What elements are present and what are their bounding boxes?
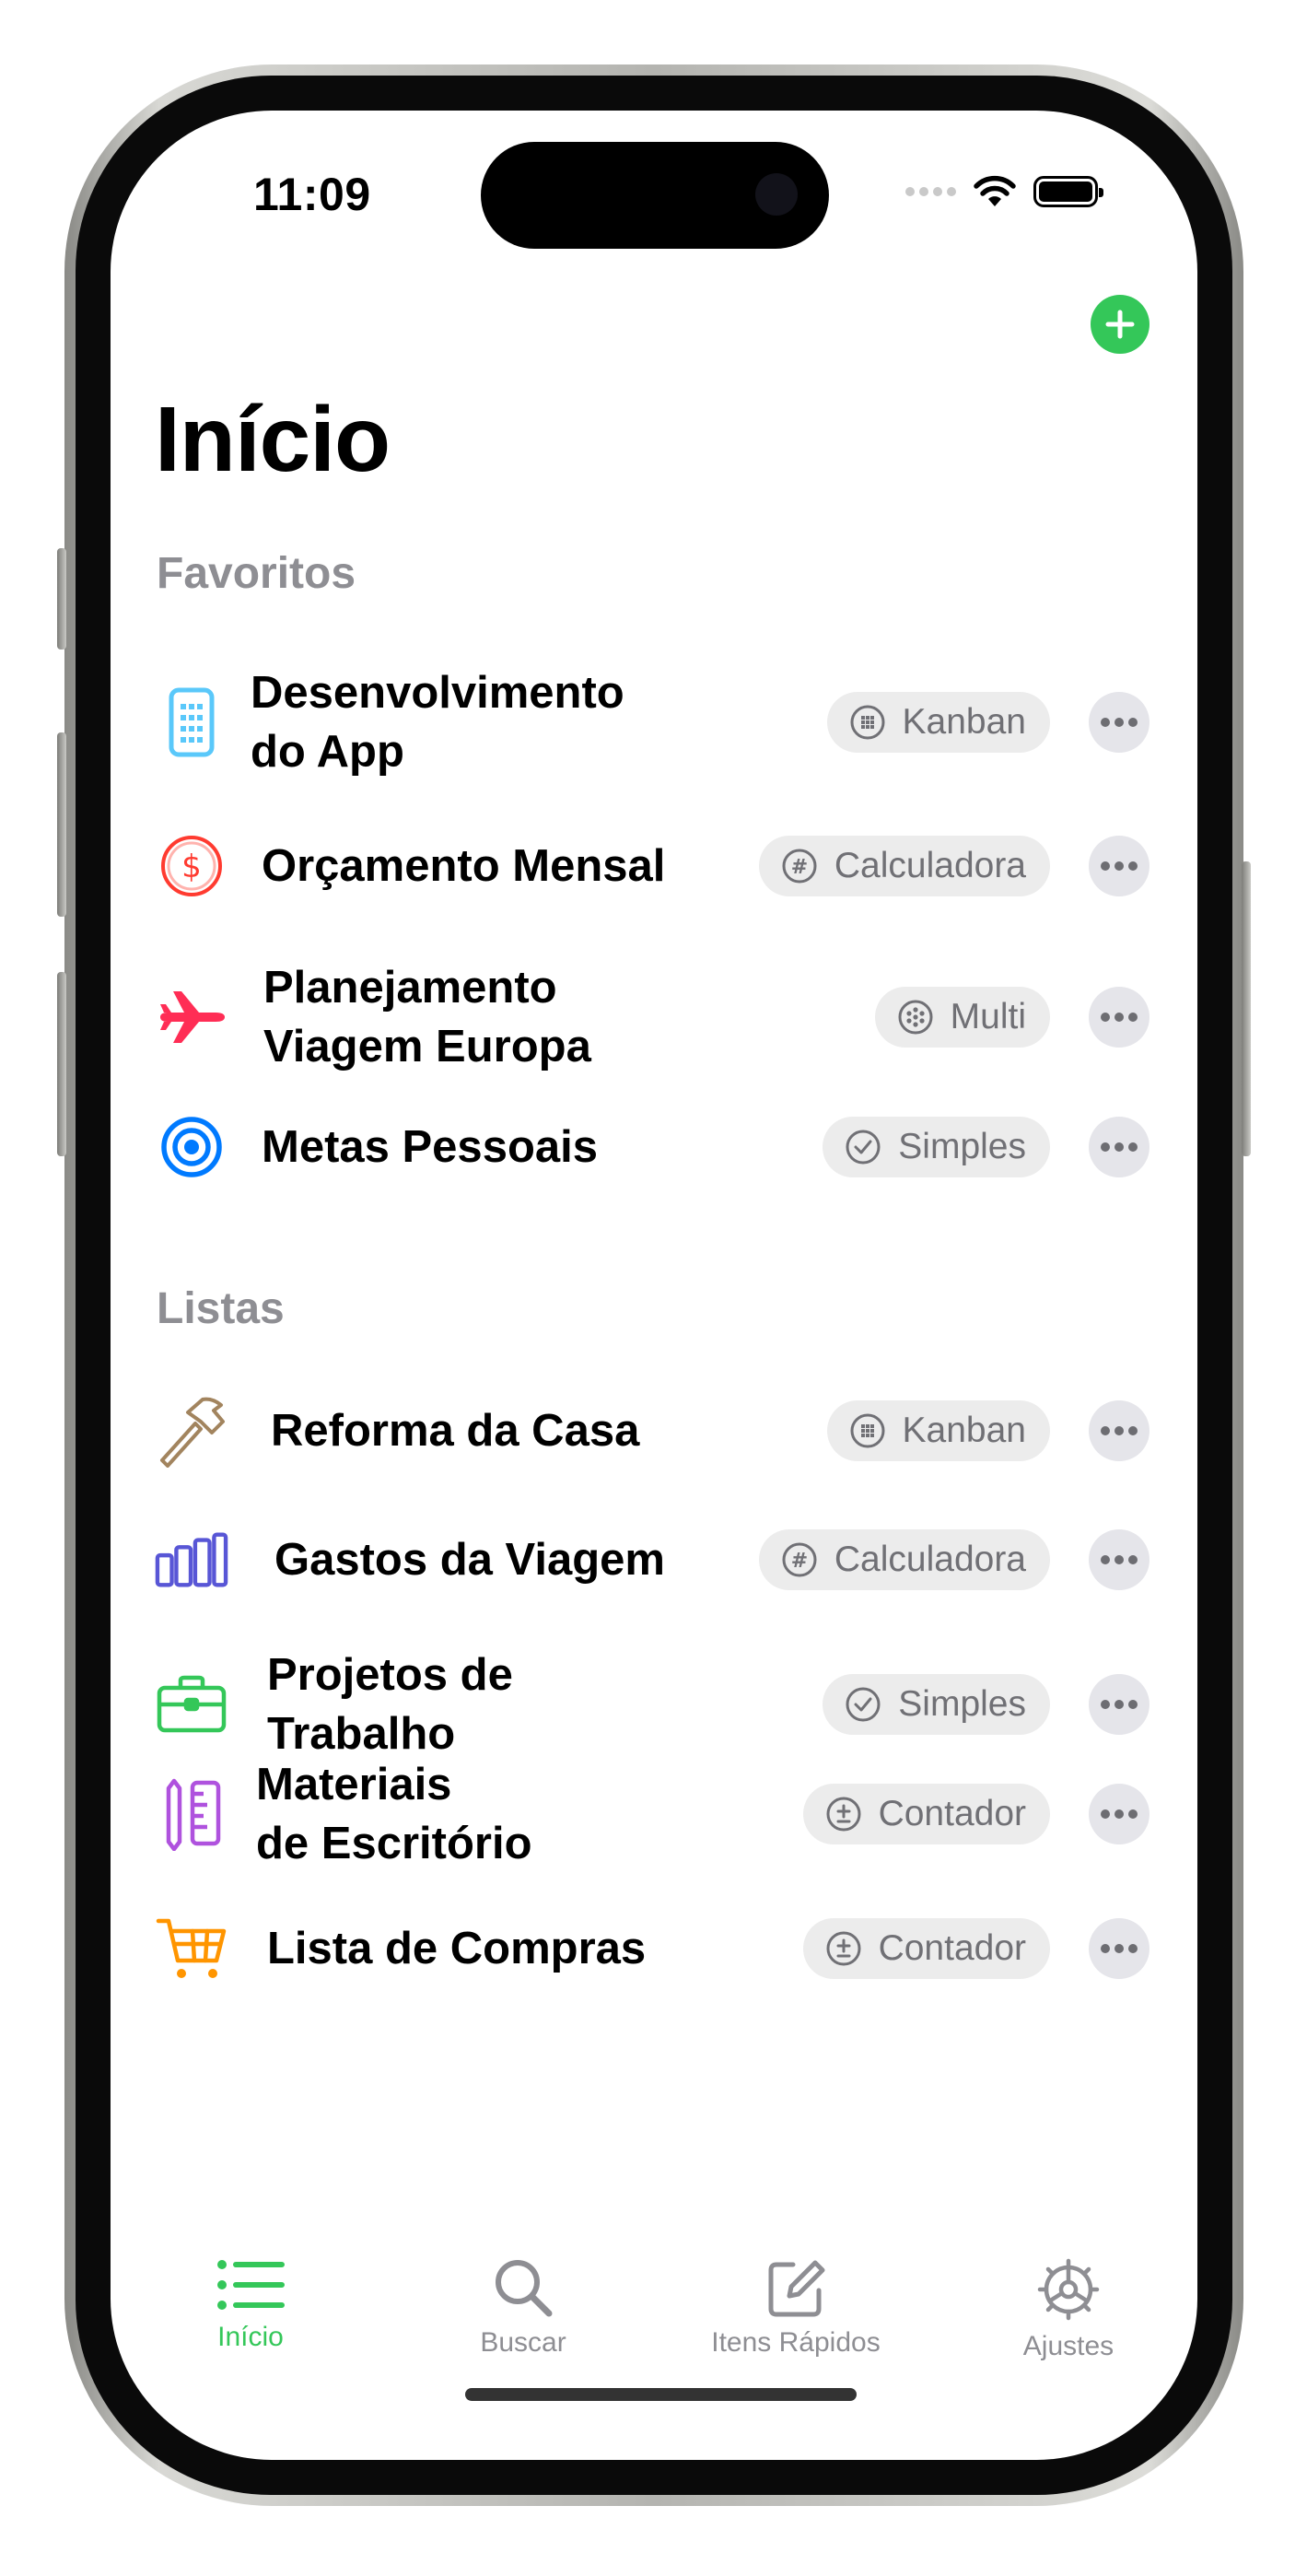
airplane-icon (155, 980, 228, 1054)
phone-icon (155, 685, 228, 759)
checkmark-circle-icon (846, 1130, 881, 1165)
more-button[interactable] (1089, 987, 1149, 1048)
battery-icon (1033, 176, 1103, 207)
item-name: Gastos da Viagem (274, 1535, 665, 1585)
list-item[interactable]: Desenvolvimento do App Kanban (155, 663, 1149, 781)
item-name: Planejamento Viagem Europa (263, 963, 591, 1071)
add-button[interactable] (1091, 295, 1149, 354)
more-button[interactable] (1089, 1784, 1149, 1844)
hammer-icon (155, 1394, 228, 1468)
tab-buscar[interactable]: Buscar (403, 2257, 643, 2359)
item-name: Orçamento Mensal (262, 841, 666, 891)
more-button[interactable] (1089, 1674, 1149, 1735)
section-title-listas: Listas (157, 1284, 285, 1333)
pencil-ruler-icon (155, 1777, 228, 1851)
type-badge[interactable]: Contador (802, 1918, 1050, 1979)
list-item[interactable]: Lista de Compras Contador (155, 1912, 1149, 1985)
kanban-grid-icon (850, 705, 885, 740)
checkmark-circle-icon (846, 1687, 881, 1722)
dynamic-island (481, 142, 829, 249)
tab-ajustes[interactable]: Ajustes (949, 2257, 1188, 2362)
list-item[interactable]: Materiais de Escritório Contador (155, 1755, 1149, 1873)
type-badge[interactable]: # Calculadora (758, 1529, 1050, 1590)
hash-icon: # (782, 1542, 817, 1577)
type-badge[interactable]: Multi (874, 987, 1050, 1048)
gear-icon (1037, 2258, 1100, 2321)
more-button[interactable] (1089, 836, 1149, 896)
volume-down-button (57, 972, 66, 1156)
target-icon (155, 1110, 228, 1184)
bar-chart-icon (155, 1523, 228, 1597)
cellular-signal-icon (905, 187, 956, 196)
more-button[interactable] (1089, 1400, 1149, 1461)
plus-minus-icon (826, 1797, 861, 1832)
type-badge[interactable]: Kanban (826, 692, 1050, 753)
tab-itens-rapidos[interactable]: Itens Rápidos (676, 2257, 916, 2359)
more-button[interactable] (1089, 1529, 1149, 1590)
item-name: Reforma da Casa (271, 1406, 640, 1456)
item-name: Metas Pessoais (262, 1122, 598, 1172)
briefcase-icon (155, 1668, 228, 1741)
power-button (1242, 861, 1251, 1156)
type-badge[interactable]: Contador (802, 1784, 1050, 1844)
home-indicator[interactable] (465, 2388, 857, 2401)
item-name: Materiais de Escritório (256, 1760, 532, 1868)
screen: 11:09 Início Favoritos Desenvolvimento do… (111, 111, 1197, 2460)
more-button[interactable] (1089, 692, 1149, 753)
search-icon (496, 2260, 553, 2317)
kanban-grid-icon (850, 1413, 885, 1448)
more-button[interactable] (1089, 1918, 1149, 1979)
dollar-circle-icon: $ (155, 829, 228, 903)
tab-inicio[interactable]: Início (131, 2257, 370, 2353)
type-badge[interactable]: Kanban (826, 1400, 1050, 1461)
section-title-favoritos: Favoritos (157, 549, 356, 598)
type-badge[interactable]: # Calculadora (758, 836, 1050, 896)
svg-text:#: # (791, 1550, 808, 1573)
page-title: Início (155, 388, 391, 491)
svg-text:#: # (791, 856, 808, 879)
volume-up-button (57, 732, 66, 917)
action-button (57, 548, 66, 650)
plus-icon (1105, 310, 1135, 339)
more-button[interactable] (1089, 1117, 1149, 1177)
list-item[interactable]: $ Orçamento Mensal # Calculadora (155, 829, 1149, 903)
type-badge[interactable]: Simples (823, 1117, 1050, 1177)
list-item[interactable]: Metas Pessoais Simples (155, 1110, 1149, 1184)
status-icons (905, 175, 1103, 208)
list-item[interactable]: Reforma da Casa Kanban (155, 1394, 1149, 1468)
cart-icon (155, 1912, 228, 1985)
multi-dots-icon (898, 1000, 933, 1035)
item-name: Projetos de Trabalho (267, 1650, 513, 1759)
status-time: 11:09 (253, 169, 371, 220)
plus-minus-icon (826, 1931, 861, 1966)
camera-icon (755, 173, 798, 216)
compose-icon (768, 2260, 825, 2317)
type-badge[interactable]: Simples (823, 1674, 1050, 1735)
hash-icon: # (782, 849, 817, 884)
tab-bar: Início Buscar Itens Rápidos Ajustes (111, 2257, 1197, 2368)
item-name: Lista de Compras (267, 1924, 647, 1973)
list-item[interactable]: Projetos de Trabalho Simples (155, 1645, 1149, 1763)
list-icon (217, 2260, 285, 2310)
wifi-icon (974, 175, 1016, 206)
item-name: Desenvolvimento do App (251, 668, 624, 777)
list-item[interactable]: Planejamento Viagem Europa Multi (155, 958, 1149, 1076)
list-item[interactable]: Gastos da Viagem # Calculadora (155, 1523, 1149, 1597)
svg-text:$: $ (181, 849, 202, 885)
